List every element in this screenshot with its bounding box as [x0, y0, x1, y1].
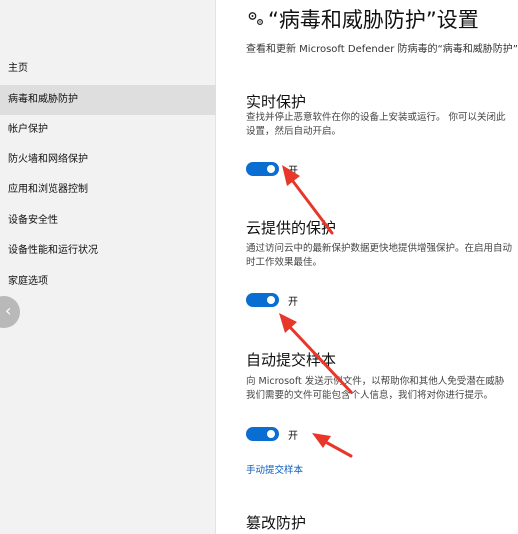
sidebar-item-app-browser-control[interactable]: 应用和浏览器控制 [0, 175, 216, 205]
realtime-desc-line1: 查找并停止恶意软件在你的设备上安装或运行。 你可以关闭此 [246, 112, 506, 123]
page-subtitle: 查看和更新 Microsoft Defender 防病毒的“病毒和威胁防护”设置… [246, 44, 518, 55]
sidebar-item-label: 防火墙和网络保护 [8, 154, 88, 165]
sidebar-item-label: 设备性能和运行状况 [8, 245, 98, 256]
realtime-protection-title: 实时保护 [246, 93, 307, 111]
sidebar-item-label: 病毒和威胁防护 [8, 94, 78, 105]
sample-submission-toggle[interactable] [246, 427, 279, 441]
cloud-toggle-label: 开 [288, 297, 298, 308]
sidebar-item-label: 应用和浏览器控制 [8, 184, 88, 195]
realtime-desc-line2: 设置，然后自动开启。 [246, 126, 342, 137]
cloud-protection-toggle[interactable] [246, 293, 279, 307]
back-button[interactable]: ‹ [0, 296, 20, 328]
sidebar-item-device-security[interactable]: 设备安全性 [0, 206, 216, 236]
sample-toggle-label: 开 [288, 431, 298, 442]
realtime-protection-toggle[interactable] [246, 162, 279, 176]
sidebar-item-firewall[interactable]: 防火墙和网络保护 [0, 145, 216, 175]
sample-submission-desc: 向 Microsoft 发送示例文件，以帮助你和其他人免受潜在威胁 我们需要的文… [246, 375, 518, 403]
realtime-toggle-label: 开 [288, 166, 298, 177]
main-content: “病毒和威胁防护”设置 查看和更新 Microsoft Defender 防病毒… [216, 0, 518, 534]
sidebar-item-label: 设备安全性 [8, 215, 58, 226]
submit-sample-manually-link[interactable]: 手动提交样本 [246, 462, 303, 476]
cloud-protection-title: 云提供的保护 [246, 219, 337, 237]
cloud-desc-line2: 时工作效果最佳。 [246, 257, 323, 268]
sample-desc-line2: 我们需要的文件可能包含个人信息，我们将对你进行提示。 [246, 390, 494, 401]
tamper-protection-title: 篡改防护 [246, 514, 307, 532]
sidebar-item-home[interactable]: 主页 [0, 54, 216, 84]
sidebar-item-account-protection[interactable]: 帐户保护 [0, 115, 216, 145]
sidebar-item-label: 家庭选项 [8, 276, 48, 287]
sample-desc-line1: 向 Microsoft 发送示例文件，以帮助你和其他人免受潜在威胁 [246, 376, 505, 387]
sidebar: 主页 病毒和威胁防护 帐户保护 防火墙和网络保护 应用和浏览器控制 设备安全性 … [0, 0, 216, 534]
gear-icon [248, 12, 264, 26]
cloud-protection-desc: 通过访问云中的最新保护数据更快地提供增强保护。在启用自动 时工作效果最佳。 [246, 242, 518, 270]
chevron-left-icon: ‹ [5, 301, 12, 320]
sample-submission-title: 自动提交样本 [246, 351, 337, 369]
page-title: “病毒和威胁防护”设置 [268, 8, 479, 32]
realtime-protection-desc: 查找并停止恶意软件在你的设备上安装或运行。 你可以关闭此 设置，然后自动开启。 [246, 111, 518, 139]
sidebar-item-device-performance[interactable]: 设备性能和运行状况 [0, 236, 216, 266]
sidebar-item-label: 主页 [8, 63, 28, 74]
cloud-desc-line1: 通过访问云中的最新保护数据更快地提供增强保护。在启用自动 [246, 243, 513, 254]
sidebar-item-label: 帐户保护 [8, 124, 48, 135]
sidebar-item-virus-threat-protection[interactable]: 病毒和威胁防护 [0, 85, 216, 115]
sidebar-item-family-options[interactable]: 家庭选项 [0, 267, 216, 297]
